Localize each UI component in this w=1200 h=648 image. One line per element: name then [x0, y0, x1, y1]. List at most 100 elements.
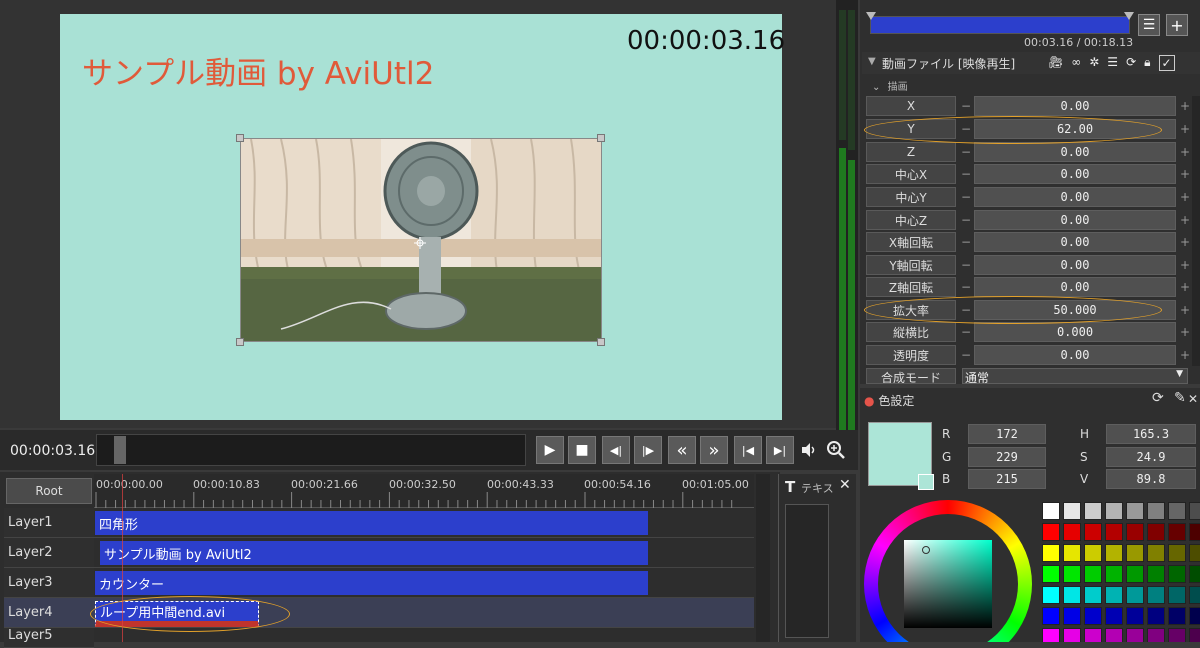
palette-swatch[interactable] — [1189, 628, 1200, 642]
layer-label-1[interactable]: Layer1 — [4, 508, 94, 538]
palette-swatch[interactable] — [1189, 565, 1200, 583]
decrement-icon[interactable]: − — [960, 96, 972, 116]
b-value[interactable]: 215 — [968, 469, 1046, 489]
fast-forward-button[interactable]: » — [700, 436, 728, 464]
decrement-icon[interactable]: − — [960, 232, 972, 252]
palette-swatch[interactable] — [1126, 544, 1144, 562]
range-start-marker[interactable] — [866, 12, 876, 20]
timeline-clip[interactable]: カウンター — [95, 571, 648, 595]
palette-swatch[interactable] — [1189, 502, 1200, 520]
timeline-scrollbar[interactable] — [756, 474, 770, 642]
layer-label-2[interactable]: Layer2 — [4, 538, 94, 568]
hue-ring-picker[interactable] — [864, 500, 1034, 642]
palette-swatch[interactable] — [1042, 586, 1060, 604]
palette-swatch[interactable] — [1084, 586, 1102, 604]
property-scrollbar[interactable] — [1192, 96, 1200, 366]
s-value[interactable]: 24.9 — [1106, 447, 1196, 467]
palette-swatch[interactable] — [1105, 502, 1123, 520]
palette-swatch[interactable] — [1168, 523, 1186, 541]
palette-swatch[interactable] — [1105, 607, 1123, 625]
palette-swatch[interactable] — [1084, 544, 1102, 562]
property-name[interactable]: Z軸回転 — [866, 277, 956, 297]
property-value[interactable]: 0.00 — [974, 164, 1176, 184]
palette-swatch[interactable] — [1063, 523, 1081, 541]
increment-icon[interactable]: + — [1178, 119, 1192, 139]
palette-swatch[interactable] — [1168, 565, 1186, 583]
property-value[interactable]: 0.00 — [974, 142, 1176, 162]
palette-swatch[interactable] — [1147, 565, 1165, 583]
property-name[interactable]: X軸回転 — [866, 232, 956, 252]
increment-icon[interactable]: + — [1178, 210, 1192, 230]
resize-handle-bl[interactable] — [236, 338, 244, 346]
decrement-icon[interactable]: − — [960, 255, 972, 275]
property-value[interactable]: 0.00 — [974, 255, 1176, 275]
blend-mode-select[interactable]: 通常 ▼ — [962, 368, 1188, 384]
text-input-area[interactable] — [785, 504, 829, 638]
palette-swatch[interactable] — [1168, 544, 1186, 562]
range-end-marker[interactable] — [1124, 12, 1134, 20]
palette-swatch[interactable] — [1063, 565, 1081, 583]
increment-icon[interactable]: + — [1178, 96, 1192, 116]
g-value[interactable]: 229 — [968, 447, 1046, 467]
center-crosshair-icon[interactable] — [414, 234, 426, 249]
property-name[interactable]: 中心Z — [866, 210, 956, 230]
seek-bar[interactable] — [96, 434, 526, 466]
palette-swatch[interactable] — [1042, 628, 1060, 642]
palette-swatch[interactable] — [1147, 523, 1165, 541]
property-value[interactable]: 0.00 — [974, 345, 1176, 365]
property-value[interactable]: 0.00 — [974, 96, 1176, 116]
palette-swatch[interactable] — [1063, 544, 1081, 562]
increment-icon[interactable]: + — [1178, 277, 1192, 297]
palette-swatch[interactable] — [1063, 586, 1081, 604]
palette-swatch[interactable] — [1084, 502, 1102, 520]
resize-handle-tl[interactable] — [236, 134, 244, 142]
property-name[interactable]: Y軸回転 — [866, 255, 956, 275]
palette-swatch[interactable] — [1042, 502, 1060, 520]
stop-button[interactable]: ■ — [568, 436, 596, 464]
palette-swatch[interactable] — [1168, 502, 1186, 520]
v-value[interactable]: 89.8 — [1106, 469, 1196, 489]
palette-swatch[interactable] — [1105, 523, 1123, 541]
layer-label-5[interactable]: Layer5 — [4, 628, 94, 648]
palette-swatch[interactable] — [1042, 607, 1060, 625]
property-value[interactable]: 0.00 — [974, 232, 1176, 252]
color-cursor[interactable] — [922, 546, 930, 554]
add-icon[interactable]: + — [1166, 14, 1188, 36]
object-seek-bar[interactable] — [870, 16, 1130, 34]
palette-swatch[interactable] — [1189, 607, 1200, 625]
palette-swatch[interactable] — [1126, 523, 1144, 541]
palette-swatch[interactable] — [1168, 586, 1186, 604]
palette-swatch[interactable] — [1084, 607, 1102, 625]
decrement-icon[interactable]: − — [960, 322, 972, 342]
next-frame-button[interactable]: |▶ — [634, 436, 662, 464]
increment-icon[interactable]: + — [1178, 232, 1192, 252]
palette-swatch[interactable] — [1105, 628, 1123, 642]
increment-icon[interactable]: + — [1178, 322, 1192, 342]
palette-swatch[interactable] — [1084, 628, 1102, 642]
property-name[interactable]: X — [866, 96, 956, 116]
property-name[interactable]: 透明度 — [866, 345, 956, 365]
layer-label-3[interactable]: Layer3 — [4, 568, 94, 598]
speaker-icon[interactable] — [800, 442, 818, 458]
palette-swatch[interactable] — [1042, 523, 1060, 541]
lock-icon[interactable]: 🔒︎ — [1144, 55, 1150, 71]
layer-label-4[interactable]: Layer4 — [4, 598, 94, 628]
palette-swatch[interactable] — [1126, 565, 1144, 583]
seek-knob[interactable] — [114, 436, 126, 464]
decrement-icon[interactable]: − — [960, 345, 972, 365]
increment-icon[interactable]: + — [1178, 142, 1192, 162]
palette-swatch[interactable] — [1105, 544, 1123, 562]
increment-icon[interactable]: + — [1178, 255, 1192, 275]
palette-swatch[interactable] — [1147, 607, 1165, 625]
property-name[interactable]: 縦横比 — [866, 322, 956, 342]
increment-icon[interactable]: + — [1178, 187, 1192, 207]
palette-swatch[interactable] — [1126, 607, 1144, 625]
property-value[interactable]: 0.00 — [974, 210, 1176, 230]
property-name[interactable]: 中心X — [866, 164, 956, 184]
palette-swatch[interactable] — [1147, 586, 1165, 604]
decrement-icon[interactable]: − — [960, 142, 972, 162]
h-value[interactable]: 165.3 — [1106, 424, 1196, 444]
resize-handle-tr[interactable] — [597, 134, 605, 142]
property-name[interactable]: 中心Y — [866, 187, 956, 207]
palette-swatch[interactable] — [1189, 544, 1200, 562]
